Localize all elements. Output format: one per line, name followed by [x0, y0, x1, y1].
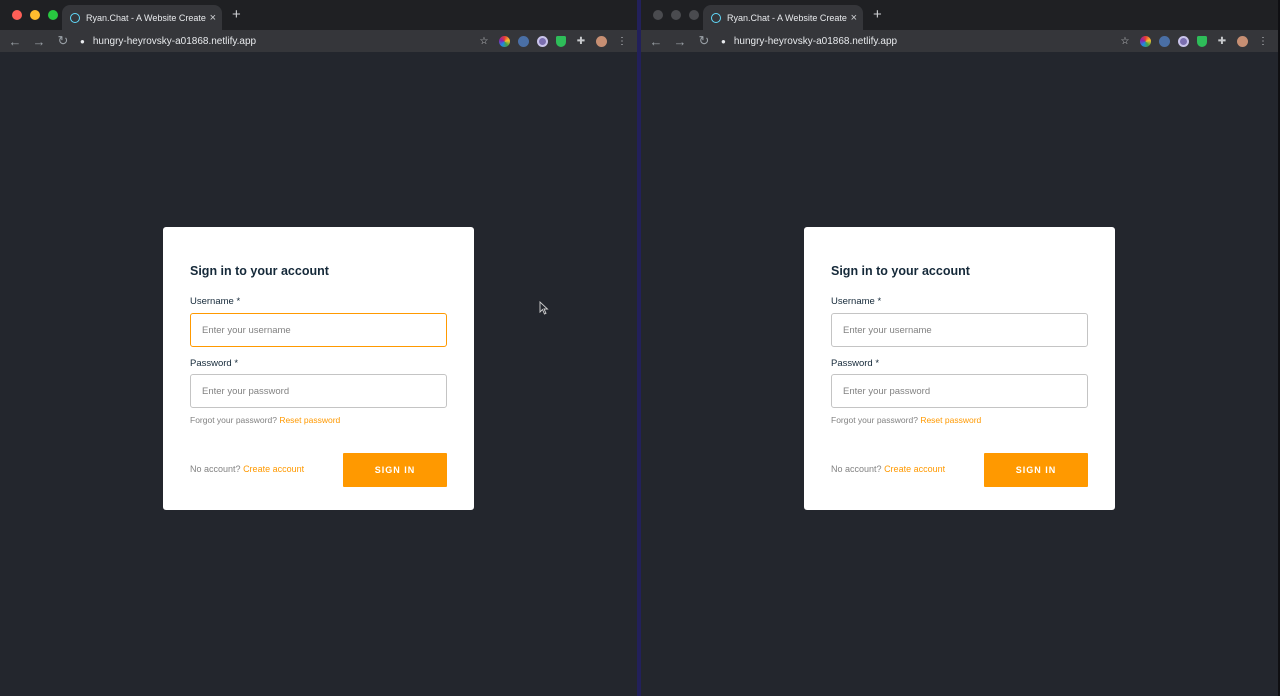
- shield-extension-icon[interactable]: [1197, 35, 1207, 47]
- star-icon[interactable]: ☆: [1118, 36, 1132, 47]
- sign-in-button[interactable]: SIGN IN: [984, 453, 1088, 487]
- no-account-row: No account? Create account: [190, 464, 304, 474]
- browser-toolbar: ← → ↻ ● hungry-heyrovsky-a01868.netlify.…: [641, 30, 1278, 52]
- extension-icon[interactable]: [518, 35, 529, 47]
- username-label-text: Username: [190, 296, 234, 307]
- forgot-password-row: Forgot your password? Reset password: [190, 415, 340, 425]
- password-label: Password *: [190, 358, 238, 369]
- password-label-text: Password: [831, 358, 873, 369]
- toolbar-actions: ☆ ✚ ⋮: [477, 30, 629, 52]
- forgot-password-text: Forgot your password?: [831, 415, 918, 425]
- forgot-password-text: Forgot your password?: [190, 415, 277, 425]
- username-input[interactable]: [831, 313, 1088, 347]
- close-window-button[interactable]: [653, 10, 663, 20]
- required-mark: *: [875, 358, 880, 369]
- username-label: Username *: [831, 296, 881, 307]
- tab-title: Ryan.Chat - A Website Created: [86, 12, 206, 23]
- create-account-link[interactable]: Create account: [243, 464, 304, 474]
- url-text: hungry-heyrovsky-a01868.netlify.app: [733, 35, 898, 47]
- toolbar-actions: ☆ ✚ ⋮: [1118, 30, 1270, 52]
- password-label: Password *: [831, 358, 879, 369]
- tab-title: Ryan.Chat - A Website Created: [727, 12, 847, 23]
- minimize-window-button[interactable]: [671, 10, 681, 20]
- profile-avatar[interactable]: [1237, 35, 1248, 47]
- browser-toolbar: ← → ↻ ● hungry-heyrovsky-a01868.netlify.…: [0, 30, 637, 52]
- create-account-link[interactable]: Create account: [884, 464, 945, 474]
- puzzle-icon[interactable]: ✚: [1215, 36, 1229, 47]
- menu-dots-icon[interactable]: ⋮: [615, 36, 629, 47]
- reload-icon[interactable]: ↻: [695, 33, 713, 49]
- maximize-window-button[interactable]: [48, 10, 58, 20]
- browser-window-right: Ryan.Chat - A Website Created × + ← → ↻ …: [641, 0, 1278, 696]
- required-mark: *: [236, 296, 241, 307]
- page-title: Sign in to your account: [190, 264, 329, 278]
- lock-icon: ●: [80, 36, 85, 46]
- close-window-button[interactable]: [12, 10, 22, 20]
- color-extension-icon[interactable]: [499, 35, 510, 47]
- tab-bar: Ryan.Chat - A Website Created × +: [0, 0, 637, 30]
- username-input[interactable]: [190, 313, 447, 347]
- profile-avatar[interactable]: [596, 35, 607, 47]
- window-controls: [12, 10, 58, 20]
- required-mark: *: [877, 296, 882, 307]
- lock-icon: ●: [721, 36, 726, 46]
- password-label-text: Password: [190, 358, 232, 369]
- new-tab-button[interactable]: +: [232, 6, 241, 24]
- react-favicon-icon: [70, 12, 80, 23]
- no-account-text: No account?: [190, 464, 241, 474]
- browser-tab[interactable]: Ryan.Chat - A Website Created ×: [62, 5, 222, 30]
- required-mark: *: [234, 358, 239, 369]
- sign-in-card: Sign in to your account Username * Passw…: [804, 227, 1115, 510]
- no-account-row: No account? Create account: [831, 464, 945, 474]
- puzzle-icon[interactable]: ✚: [574, 36, 588, 47]
- url-text: hungry-heyrovsky-a01868.netlify.app: [92, 35, 257, 47]
- browser-tab[interactable]: Ryan.Chat - A Website Created ×: [703, 5, 863, 30]
- cursor-icon: [539, 301, 549, 315]
- forward-arrow-icon[interactable]: →: [30, 34, 48, 49]
- maximize-window-button[interactable]: [689, 10, 699, 20]
- reload-icon[interactable]: ↻: [54, 33, 72, 49]
- sign-in-button[interactable]: SIGN IN: [343, 453, 447, 487]
- page-content: Sign in to your account Username * Passw…: [641, 52, 1278, 696]
- back-arrow-icon[interactable]: ←: [647, 34, 665, 49]
- forgot-password-row: Forgot your password? Reset password: [831, 415, 981, 425]
- extension-icon[interactable]: [537, 35, 548, 47]
- react-favicon-icon: [711, 12, 721, 23]
- username-label: Username *: [190, 296, 240, 307]
- forward-arrow-icon[interactable]: →: [671, 34, 689, 49]
- new-tab-button[interactable]: +: [873, 6, 882, 24]
- tab-close-icon[interactable]: ×: [210, 12, 216, 24]
- page-title: Sign in to your account: [831, 264, 970, 278]
- reset-password-link[interactable]: Reset password: [279, 415, 340, 425]
- window-controls: [653, 10, 699, 20]
- color-extension-icon[interactable]: [1140, 35, 1151, 47]
- address-bar[interactable]: ● hungry-heyrovsky-a01868.netlify.app: [80, 36, 256, 47]
- password-input[interactable]: [190, 374, 447, 408]
- tab-bar: Ryan.Chat - A Website Created × +: [641, 0, 1278, 30]
- minimize-window-button[interactable]: [30, 10, 40, 20]
- sign-in-card: Sign in to your account Username * Passw…: [163, 227, 474, 510]
- address-bar[interactable]: ● hungry-heyrovsky-a01868.netlify.app: [721, 36, 897, 47]
- extension-icon[interactable]: [1159, 35, 1170, 47]
- username-label-text: Username: [831, 296, 875, 307]
- back-arrow-icon[interactable]: ←: [6, 34, 24, 49]
- page-content: Sign in to your account Username * Passw…: [0, 52, 637, 696]
- browser-window-left: Ryan.Chat - A Website Created × + ← → ↻ …: [0, 0, 637, 696]
- no-account-text: No account?: [831, 464, 882, 474]
- shield-extension-icon[interactable]: [556, 35, 566, 47]
- extension-icon[interactable]: [1178, 35, 1189, 47]
- reset-password-link[interactable]: Reset password: [920, 415, 981, 425]
- menu-dots-icon[interactable]: ⋮: [1256, 36, 1270, 47]
- password-input[interactable]: [831, 374, 1088, 408]
- tab-close-icon[interactable]: ×: [851, 12, 857, 24]
- star-icon[interactable]: ☆: [477, 36, 491, 47]
